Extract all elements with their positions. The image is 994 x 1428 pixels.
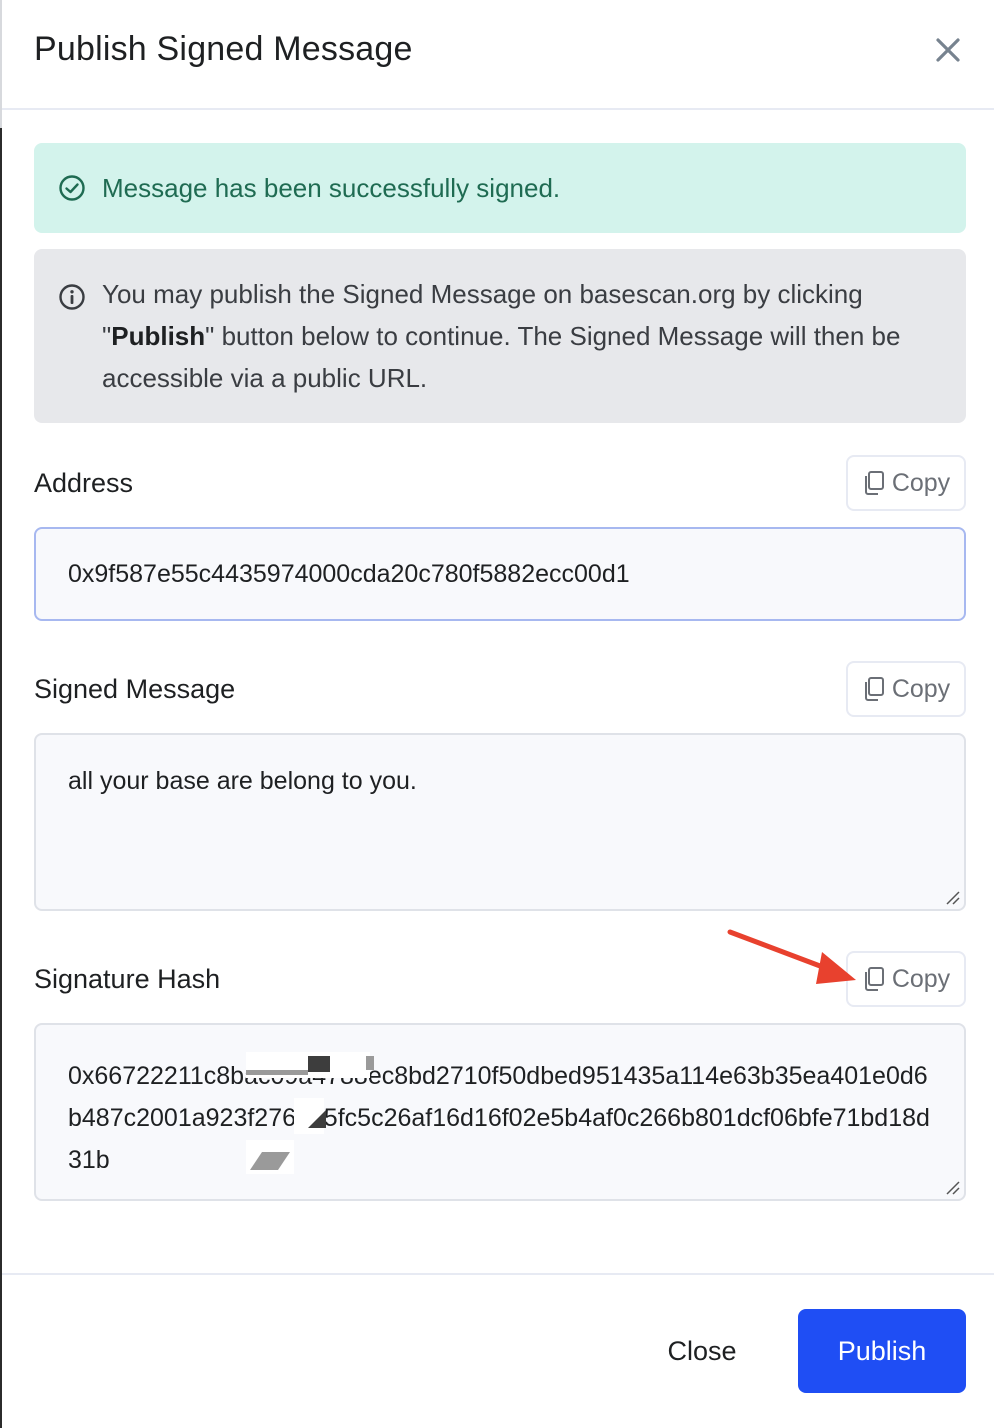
- info-text-bold: Publish: [111, 321, 206, 351]
- modal-header: Publish Signed Message: [2, 0, 994, 110]
- modal-title: Publish Signed Message: [34, 30, 413, 68]
- copy-icon: [864, 967, 884, 991]
- copy-icon: [864, 677, 884, 701]
- signature-hash-value: 0x66722211c8bac09a4788ec8bd2710f50dbed95…: [68, 1062, 930, 1174]
- close-button[interactable]: Close: [638, 1309, 766, 1393]
- copy-icon: [864, 471, 884, 495]
- info-alert-text: You may publish the Signed Message on ba…: [102, 273, 936, 423]
- info-circle-icon: [59, 284, 85, 310]
- modal-footer: Close Publish: [2, 1273, 994, 1428]
- redaction-mask: [366, 1056, 374, 1070]
- publish-button[interactable]: Publish: [798, 1309, 966, 1393]
- copy-signed-message-button[interactable]: Copy: [846, 661, 966, 717]
- signature-hash-textarea[interactable]: 0x66722211c8bac09a4788ec8bd2710f50dbed95…: [34, 1023, 966, 1201]
- signed-message-label: Signed Message: [34, 674, 236, 704]
- success-alert-text: Message has been successfully signed.: [102, 172, 561, 203]
- address-input[interactable]: 0x9f587e55c4435974000cda20c780f5882ecc00…: [34, 527, 966, 621]
- redaction-mask: [294, 1098, 324, 1134]
- copy-address-button[interactable]: Copy: [846, 455, 966, 511]
- close-x-icon: [936, 38, 960, 62]
- resize-grip-icon[interactable]: [944, 889, 960, 905]
- annotation-arrow-icon: [727, 929, 856, 984]
- signature-hash-label: Signature Hash: [34, 964, 221, 994]
- publish-signed-message-modal: Publish Signed Message Message has been …: [2, 0, 994, 1428]
- info-alert: You may publish the Signed Message on ba…: [34, 249, 966, 423]
- resize-grip-icon[interactable]: [944, 1179, 960, 1195]
- close-x-button[interactable]: [928, 30, 968, 70]
- check-circle-icon: [59, 175, 85, 201]
- address-label: Address: [34, 468, 134, 498]
- address-value: 0x9f587e55c4435974000cda20c780f5882ecc00…: [68, 559, 630, 588]
- copy-signature-hash-button[interactable]: Copy: [846, 951, 966, 1007]
- copy-button-label: Copy: [891, 468, 951, 497]
- success-alert: Message has been successfully signed.: [34, 143, 966, 233]
- redaction-mask: [246, 1070, 308, 1075]
- signed-message-value: all your base are belong to you.: [68, 767, 417, 795]
- info-text-part: " button below to continue. The Signed M…: [102, 321, 901, 393]
- copy-button-label: Copy: [891, 964, 951, 993]
- signed-message-textarea[interactable]: all your base are belong to you.: [34, 733, 966, 911]
- copy-button-label: Copy: [891, 674, 951, 703]
- redaction-mask: [308, 1056, 330, 1072]
